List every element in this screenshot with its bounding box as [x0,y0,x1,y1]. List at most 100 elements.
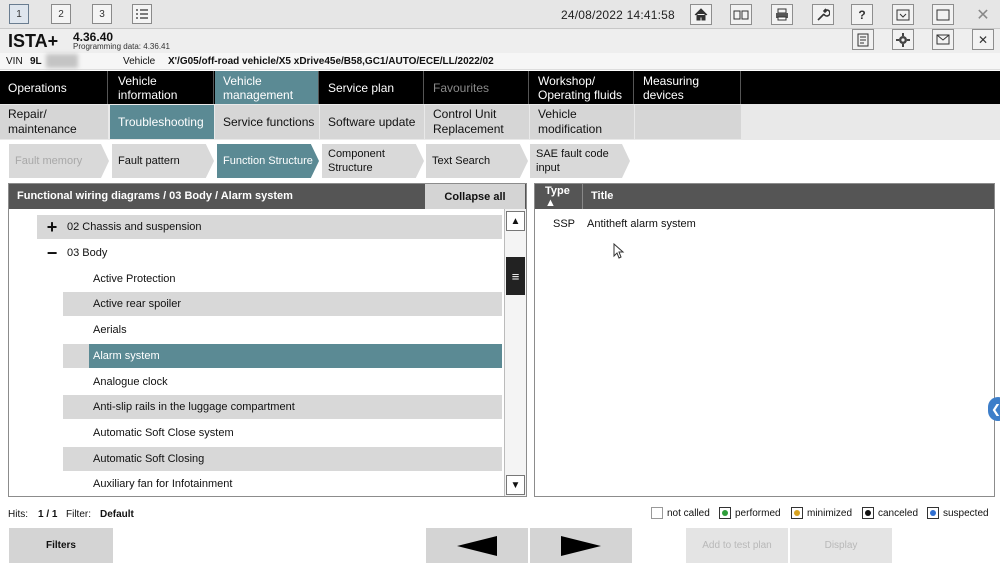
subnav-repair-maintenance[interactable]: Repair/ maintenance [0,105,108,139]
tree-item-selected[interactable]: Alarm system [63,344,502,368]
selection-marker [63,344,89,368]
subnav-software-update[interactable]: Software update [320,105,424,139]
close-app-icon[interactable]: ✕ [972,4,994,25]
vehicle-info-row: VIN 9L Vehicle X'/G05/off-road vehicle/X… [0,53,1000,70]
legend-minimized: minimized [791,507,852,519]
gear-icon[interactable] [892,29,914,50]
nav-service-plan[interactable]: Service plan [320,71,424,104]
vehicle-data-icon[interactable] [730,4,752,25]
wrench-icon[interactable] [812,4,834,25]
app-header: ISTA+ 4.36.40 Programming data: 4.36.41 … [0,29,1000,53]
minimize-panel-icon[interactable] [892,4,914,25]
add-to-test-plan-button[interactable]: Add to test plan [686,528,788,563]
display-button[interactable]: Display [790,528,892,563]
collapse-icon[interactable]: − [37,243,67,264]
subnav-control-unit-replacement[interactable]: Control Unit Replacement [425,105,529,139]
subnav-vehicle-modification[interactable]: Vehicle modification [530,105,634,139]
programming-data: Programming data: 4.36.41 [73,42,170,51]
tree-item[interactable]: Analogue clock [63,370,502,394]
vehicle-value: X'/G05/off-road vehicle/X5 xDrive45e/B58… [168,56,494,67]
sub-navigation: Repair/ maintenance Troubleshooting Serv… [0,104,1000,140]
tab-function-structure[interactable]: Function Structure [217,144,319,178]
tree-group-chassis[interactable]: + 02 Chassis and suspension [37,215,502,239]
subnav-troubleshooting[interactable]: Troubleshooting [110,105,214,139]
function-tabs: Fault memory Fault pattern Function Stru… [0,141,1000,179]
main-navigation: Operations Vehicle information Vehicle m… [0,71,1000,104]
filter-value: Default [100,509,134,520]
scroll-up-icon[interactable]: ▲ [506,211,525,231]
nav-operations[interactable]: Operations [0,71,108,104]
filter-label: Filter: [66,509,91,520]
session-tab-2[interactable]: 2 [51,4,71,24]
document-title[interactable]: Antitheft alarm system [587,218,696,230]
mail-icon[interactable] [932,29,954,50]
tree-item[interactable]: Aerials [63,318,502,342]
status-bar: Hits: 1 / 1 Filter: Default not called p… [0,505,1000,525]
column-title[interactable]: Title [591,190,613,202]
hits-label: Hits: [8,509,28,520]
side-panel-toggle-icon[interactable]: ❮ [988,397,1000,421]
bottom-toolbar: Filters Add to test plan Display [0,527,1000,568]
session-tab-1[interactable]: 1 [9,4,29,24]
status-performed-icon [719,507,731,519]
vehicle-label: Vehicle [123,56,156,67]
tree-group-label: 03 Body [67,247,108,259]
legend-suspected: suspected [927,507,989,519]
nav-measuring-devices[interactable]: Measuring devices [635,71,741,104]
help-icon[interactable]: ? [851,4,873,25]
home-icon[interactable] [690,4,712,25]
app-title: ISTA+ [8,31,59,51]
tree-item[interactable]: Anti-slip rails in the luggage compartme… [63,395,502,419]
tab-component-structure[interactable]: Component Structure [322,144,424,178]
scroll-thumb[interactable]: ≡ [506,257,525,295]
arrow-right-icon [561,535,601,556]
tree-item[interactable]: Auxiliary fan for Infotainment [63,473,502,495]
status-canceled-icon [862,507,874,519]
print-icon[interactable] [771,4,793,25]
subnav-empty [635,105,741,139]
nav-vehicle-management[interactable]: Vehicle management [215,71,319,104]
top-bar: 1 2 3 24/08/2022 14:41:58 ? ✕ [0,0,1000,29]
vin-value: 9L [30,56,42,67]
nav-favourites[interactable]: Favourites [425,71,529,104]
vin-label: VIN [6,56,23,67]
expand-icon[interactable]: + [37,217,67,238]
tree-scrollbar[interactable]: ▲ ≡ ▼ [504,209,526,496]
filters-button[interactable]: Filters [9,528,113,563]
tree-item[interactable]: Automatic Soft Close system [63,421,502,445]
tab-sae-fault-code[interactable]: SAE fault code input [530,144,630,178]
tree-group-body[interactable]: − 03 Body [37,241,502,265]
list-icon[interactable] [132,4,152,24]
session-tab-3[interactable]: 3 [92,4,112,24]
tree-group-label: 02 Chassis and suspension [67,221,202,233]
subnav-service-functions[interactable]: Service functions [215,105,319,139]
documents-header: Type ▲ Title [535,184,994,209]
legend-not-called: not called [651,507,710,519]
column-type[interactable]: Type ▲ [535,184,583,209]
close-icon[interactable]: ✕ [972,29,994,50]
mouse-cursor-icon [613,243,625,259]
nav-workshop-fluids[interactable]: Workshop/ Operating fluids [530,71,634,104]
status-minimized-icon [791,507,803,519]
tree-item[interactable]: Active rear spoiler [63,292,502,316]
tree-item[interactable]: Active Protection [63,267,502,291]
tree-item[interactable]: Automatic Soft Closing [63,447,502,471]
tree-breadcrumb: Functional wiring diagrams / 03 Body / A… [17,190,293,202]
tree-header: Functional wiring diagrams / 03 Body / A… [9,184,526,209]
documents-panel: Type ▲ Title SSP Antitheft alarm system [534,183,995,497]
function-tree-panel: Functional wiring diagrams / 03 Body / A… [8,183,527,497]
datetime: 24/08/2022 14:41:58 [561,8,675,22]
window-icon[interactable] [932,4,954,25]
forward-button[interactable] [530,528,632,563]
back-button[interactable] [426,528,528,563]
tab-fault-memory[interactable]: Fault memory [9,144,109,178]
document-type[interactable]: SSP [553,218,575,230]
tab-fault-pattern[interactable]: Fault pattern [112,144,214,178]
notes-icon[interactable] [852,29,874,50]
nav-vehicle-information[interactable]: Vehicle information [110,71,214,104]
status-suspected-icon [927,507,939,519]
collapse-all-button[interactable]: Collapse all [425,184,525,209]
scroll-down-icon[interactable]: ▼ [506,475,525,495]
status-not-called-icon [651,507,663,519]
tab-text-search[interactable]: Text Search [426,144,528,178]
